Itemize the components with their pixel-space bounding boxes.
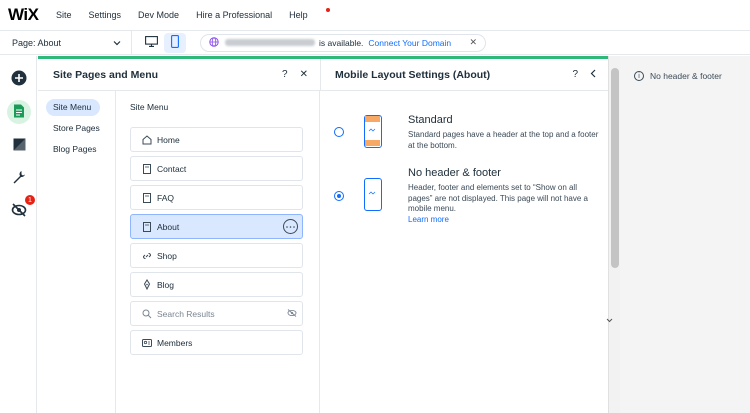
eye-off-icon xyxy=(11,203,27,219)
menu-site[interactable]: Site xyxy=(56,10,72,20)
document-icon xyxy=(13,104,25,120)
page-icon xyxy=(141,221,153,233)
pages-button[interactable] xyxy=(7,100,31,124)
page-item-faq[interactable]: FAQ xyxy=(130,185,303,210)
radio-no-header-footer[interactable] xyxy=(334,191,344,201)
tab-site-menu[interactable]: Site Menu xyxy=(46,99,100,116)
site-menu-title: Site Menu xyxy=(130,102,169,112)
canvas-notice: i No header & footer xyxy=(634,71,722,81)
link-icon xyxy=(141,250,153,262)
wix-logo[interactable]: WiX xyxy=(8,5,56,25)
page-item-label: Contact xyxy=(157,163,187,174)
page-item-label: Blog xyxy=(157,279,175,290)
chevron-left-icon[interactable] xyxy=(590,69,596,81)
info-icon: i xyxy=(634,71,644,81)
option-description: Standard pages have a header at the top … xyxy=(408,130,599,150)
site-menu-list: Site Menu Home Contact FAQ About Shop Bl… xyxy=(116,91,320,413)
page-item-label: FAQ xyxy=(157,192,175,203)
page-item-label: Search Results xyxy=(157,308,215,319)
settings-panel-header: Mobile Layout Settings (About) ? xyxy=(320,59,608,90)
globe-icon xyxy=(209,36,219,49)
top-menu: Site Settings Dev Mode Hire a Profession… xyxy=(56,8,342,20)
page-item-home[interactable]: Home xyxy=(130,127,303,152)
design-button[interactable] xyxy=(9,135,29,155)
chevron-down-icon xyxy=(113,38,121,48)
settings-header-actions: ? xyxy=(572,69,596,81)
menu-dev-mode[interactable]: Dev Mode xyxy=(138,10,179,20)
panel-header-actions: ? ✕ xyxy=(282,69,308,80)
page-item-label: Home xyxy=(157,134,180,145)
eye-off-icon xyxy=(287,309,297,319)
page-icon xyxy=(141,163,153,175)
mobile-layout-settings: Standard Standard pages have a header at… xyxy=(320,91,608,413)
mobile-view-button[interactable] xyxy=(164,32,186,53)
radio-standard[interactable] xyxy=(334,127,344,137)
editor-canvas: i No header & footer xyxy=(620,56,750,413)
members-icon xyxy=(141,337,153,349)
help-icon[interactable]: ? xyxy=(282,69,288,80)
option-title: Standard xyxy=(408,114,453,126)
close-icon[interactable]: ✕ xyxy=(300,69,308,80)
tools-button[interactable] xyxy=(9,168,29,188)
design-icon xyxy=(13,138,26,153)
page-item-label: Shop xyxy=(157,250,177,261)
page-item-members[interactable]: Members xyxy=(130,330,303,355)
option-title: No header & footer xyxy=(408,167,501,179)
phone-standard-icon xyxy=(364,115,382,148)
page-dropdown[interactable]: Page: About xyxy=(0,30,132,55)
scrollbar-thumb[interactable] xyxy=(611,68,619,268)
add-elements-button[interactable] xyxy=(9,69,29,89)
editor-toolbar: Page: About is available. Connect Your D… xyxy=(0,30,750,55)
plus-icon xyxy=(11,70,27,88)
pen-icon xyxy=(141,279,153,291)
help-notification-dot xyxy=(325,8,330,12)
menu-settings[interactable]: Settings xyxy=(89,10,122,20)
menu-hire-professional[interactable]: Hire a Professional xyxy=(196,10,272,20)
option-description-text: Header, footer and elements set to “Show… xyxy=(408,183,588,213)
tab-store-pages[interactable]: Store Pages xyxy=(46,120,100,137)
search-icon xyxy=(141,308,153,320)
home-icon xyxy=(141,134,153,146)
page-item-about[interactable]: About xyxy=(130,214,303,239)
page-type-tabs: Site Menu Store Pages Blog Pages xyxy=(38,91,116,413)
learn-more-link[interactable]: Learn more xyxy=(408,215,449,224)
panel-title: Site Pages and Menu xyxy=(53,68,159,81)
settings-title: Mobile Layout Settings (About) xyxy=(335,68,491,81)
phone-no-header-icon xyxy=(364,178,382,211)
page-item-contact[interactable]: Contact xyxy=(130,156,303,181)
pages-panel-header: Site Pages and Menu ? ✕ xyxy=(38,59,320,90)
tab-blog-pages[interactable]: Blog Pages xyxy=(46,141,100,158)
page-item-label: Members xyxy=(157,337,193,348)
domain-available-text: is available. xyxy=(319,37,364,48)
domain-name-redacted xyxy=(225,39,315,46)
option-description: Header, footer and elements set to “Show… xyxy=(408,183,600,225)
more-actions-button[interactable] xyxy=(283,219,298,234)
left-toolbar: 1 xyxy=(0,56,37,413)
menu-help[interactable]: Help xyxy=(289,8,330,20)
notification-badge: 1 xyxy=(25,195,35,205)
desktop-view-button[interactable] xyxy=(140,33,162,53)
connect-domain-link[interactable]: Connect Your Domain xyxy=(368,38,451,48)
pages-panel: Site Pages and Menu ? ✕ Mobile Layout Se… xyxy=(38,56,608,413)
panel-scrollbar[interactable] xyxy=(608,56,620,413)
page-item-label: About xyxy=(157,221,180,232)
domain-banner: is available. Connect Your Domain ✕ xyxy=(200,33,486,52)
page-item-shop[interactable]: Shop xyxy=(130,243,303,268)
page-dropdown-label: Page: About xyxy=(12,37,62,48)
canvas-notice-text: No header & footer xyxy=(650,71,722,81)
close-icon[interactable]: ✕ xyxy=(469,37,477,48)
top-bar: WiX Site Settings Dev Mode Hire a Profes… xyxy=(0,0,750,31)
wrench-icon xyxy=(12,170,26,186)
mobile-icon xyxy=(171,35,179,50)
page-item-search-results[interactable]: Search Results xyxy=(130,301,303,326)
menu-help-label: Help xyxy=(289,10,308,20)
chevron-down-icon[interactable] xyxy=(606,318,613,325)
page-icon xyxy=(141,192,153,204)
help-icon[interactable]: ? xyxy=(572,69,578,81)
page-item-blog[interactable]: Blog xyxy=(130,272,303,297)
desktop-icon xyxy=(144,36,158,49)
